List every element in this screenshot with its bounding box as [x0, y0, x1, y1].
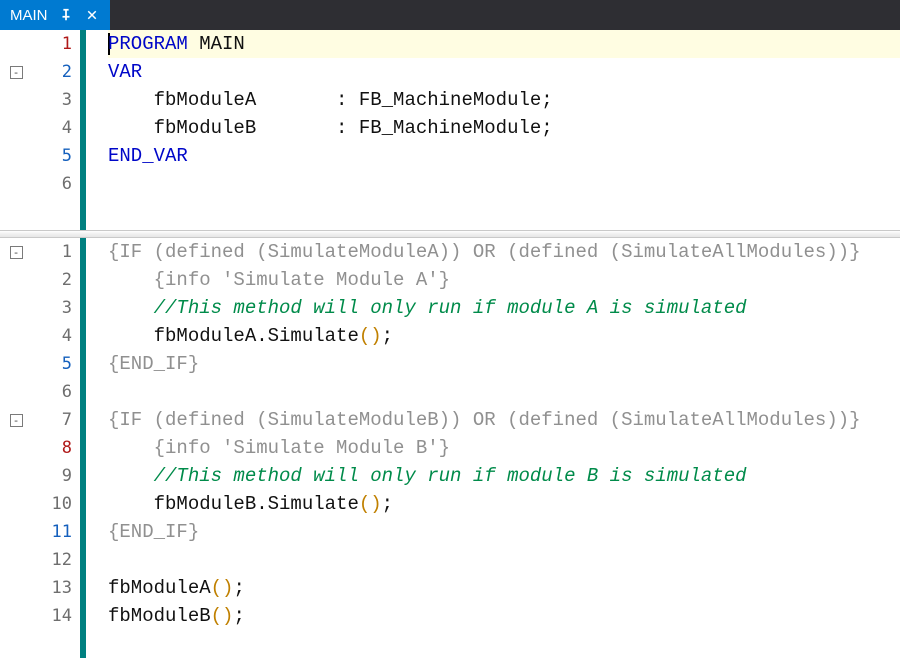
code-line[interactable]: {IF (defined (SimulateModuleA)) OR (defi… [108, 238, 861, 266]
line-number: 7 [62, 410, 72, 430]
tab-title: MAIN [10, 7, 48, 24]
line-number: 6 [62, 174, 72, 194]
split-panes: - 123456 PROGRAM MAINVAR fbModuleA : FB_… [0, 30, 900, 658]
code-line[interactable]: END_VAR [108, 142, 188, 170]
line-number: 6 [62, 382, 72, 402]
line-number: 13 [52, 578, 72, 598]
fold-column-top: - [0, 30, 32, 230]
line-number: 4 [62, 118, 72, 138]
editor-window: MAIN - 123456 PROGRAM MAINVAR fbModuleA … [0, 0, 900, 658]
line-number: 8 [62, 438, 72, 458]
fold-toggle[interactable]: - [10, 414, 23, 427]
code-line[interactable]: //This method will only run if module B … [108, 462, 747, 490]
tab-main[interactable]: MAIN [0, 0, 110, 30]
code-line[interactable]: fbModuleA.Simulate(); [108, 322, 393, 350]
gutter-gap [86, 30, 104, 230]
line-number: 3 [62, 298, 72, 318]
line-number: 1 [62, 242, 72, 262]
code-line[interactable]: fbModuleB(); [108, 602, 245, 630]
line-number: 9 [62, 466, 72, 486]
line-number: 2 [62, 270, 72, 290]
code-line[interactable]: {END_IF} [108, 350, 199, 378]
line-number: 14 [52, 606, 72, 626]
line-number: 2 [62, 62, 72, 82]
fold-toggle[interactable]: - [10, 246, 23, 259]
gutter-top: 1 2 3 4 5 6 [32, 30, 80, 230]
gutter-bottom: 1234567891011121314 [32, 238, 80, 658]
line-number: 10 [52, 494, 72, 514]
fold-toggle[interactable]: - [10, 66, 23, 79]
line-number: 12 [52, 550, 72, 570]
line-number: 4 [62, 326, 72, 346]
code-area-bottom[interactable]: {IF (defined (SimulateModuleA)) OR (defi… [104, 238, 900, 658]
line-number: 3 [62, 90, 72, 110]
close-icon[interactable] [84, 7, 100, 23]
code-area-top[interactable]: PROGRAM MAINVAR fbModuleA : FB_MachineMo… [104, 30, 900, 230]
declaration-pane: - 1 2 3 4 5 6 PROGRAM MAINVAR fbModuleA : FB_… [0, 30, 900, 230]
gutter-gap [86, 238, 104, 658]
implementation-pane: -- 1234567891011121314 {IF (defined (Sim… [0, 238, 900, 658]
code-line[interactable]: fbModuleB.Simulate(); [108, 490, 393, 518]
tab-bar: MAIN [0, 0, 900, 30]
code-line[interactable]: {info 'Simulate Module B'} [108, 434, 450, 462]
code-line[interactable]: VAR [108, 58, 142, 86]
code-line[interactable]: fbModuleA : FB_MachineModule; [108, 86, 553, 114]
code-line[interactable]: {IF (defined (SimulateModuleB)) OR (defi… [108, 406, 861, 434]
code-line[interactable]: fbModuleA(); [108, 574, 245, 602]
code-line[interactable]: PROGRAM MAIN [108, 30, 245, 58]
code-line[interactable]: //This method will only run if module A … [108, 294, 747, 322]
pane-splitter[interactable] [0, 230, 900, 238]
code-line[interactable]: {END_IF} [108, 518, 199, 546]
line-number: 5 [62, 146, 72, 166]
line-number: 1 [62, 34, 72, 54]
code-line[interactable]: {info 'Simulate Module A'} [108, 266, 450, 294]
line-number: 11 [52, 522, 72, 542]
pin-icon[interactable] [58, 7, 74, 23]
line-number: 5 [62, 354, 72, 374]
fold-column-bottom: -- [0, 238, 32, 658]
code-line[interactable]: fbModuleB : FB_MachineModule; [108, 114, 553, 142]
